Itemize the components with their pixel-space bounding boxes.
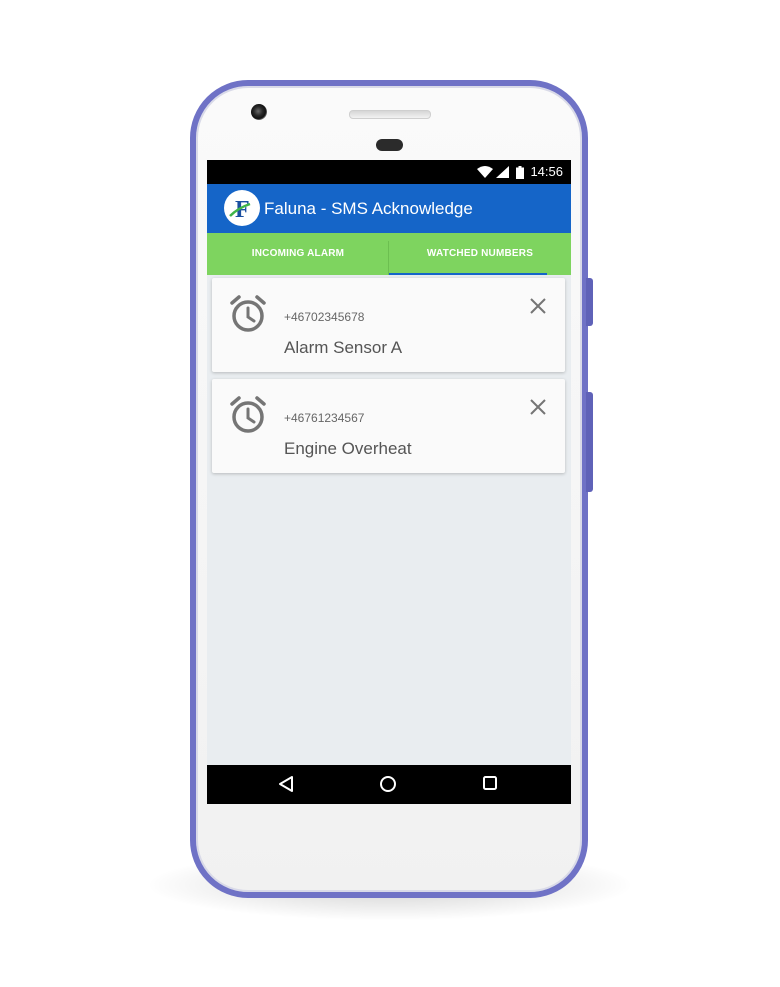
- alarm-name: Engine Overheat: [284, 439, 412, 458]
- phone-screen: 14:56 F Faluna - SMS Acknowledge INCOMIN…: [207, 160, 571, 804]
- list-item[interactable]: +46761234567 Engine Overheat: [212, 379, 565, 473]
- phone-number: +46761234567: [284, 411, 365, 425]
- signal-icon: [496, 166, 509, 178]
- tab-bar: INCOMING ALARM WATCHED NUMBERS: [207, 233, 571, 275]
- power-button: [586, 278, 593, 326]
- faluna-logo-icon: F: [229, 197, 251, 223]
- tab-watched-numbers[interactable]: WATCHED NUMBERS: [389, 233, 571, 275]
- wifi-icon: [477, 166, 493, 178]
- status-time: 14:56: [530, 164, 563, 179]
- front-camera: [251, 104, 267, 120]
- app-title: Faluna - SMS Acknowledge: [264, 199, 473, 218]
- alarm-clock-icon: [230, 295, 266, 332]
- status-bar: 14:56: [207, 160, 571, 184]
- navigation-bar: [207, 765, 571, 804]
- watched-numbers-list: +46702345678 Alarm Sensor A +46761234567…: [207, 275, 571, 765]
- close-icon[interactable]: [528, 397, 548, 417]
- recents-icon[interactable]: [482, 775, 498, 791]
- phone-number: +46702345678: [284, 310, 365, 324]
- earpiece-speaker: [349, 110, 431, 119]
- app-logo: F: [224, 190, 260, 226]
- battery-icon: [516, 166, 524, 179]
- volume-button: [586, 392, 593, 492]
- tab-incoming-alarm[interactable]: INCOMING ALARM: [207, 233, 389, 275]
- back-icon[interactable]: [278, 775, 294, 793]
- proximity-sensor: [376, 139, 403, 151]
- close-icon[interactable]: [528, 296, 548, 316]
- alarm-clock-icon: [230, 396, 266, 433]
- list-item[interactable]: +46702345678 Alarm Sensor A: [212, 278, 565, 372]
- home-icon[interactable]: [379, 775, 397, 793]
- app-bar: F Faluna - SMS Acknowledge: [207, 184, 571, 233]
- alarm-name: Alarm Sensor A: [284, 338, 403, 357]
